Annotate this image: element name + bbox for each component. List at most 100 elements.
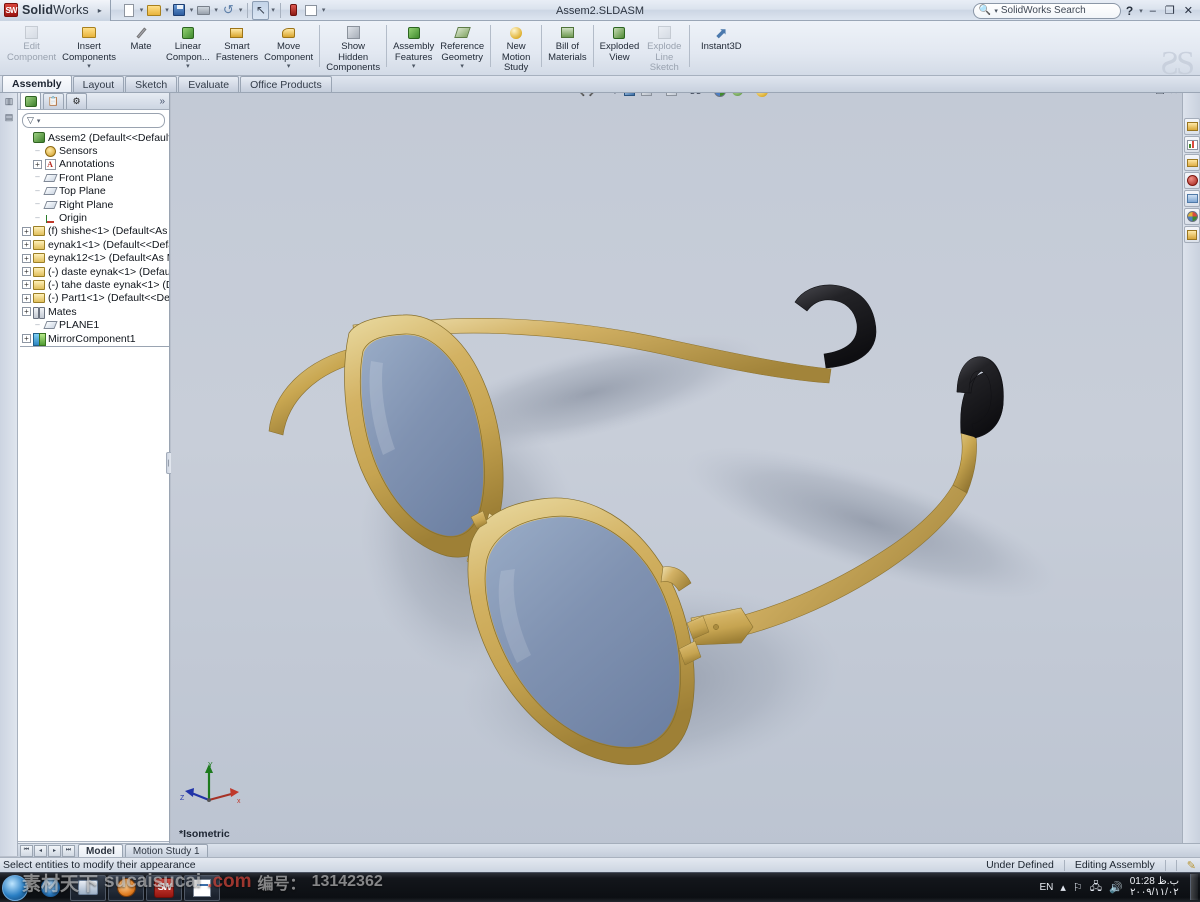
tree-item-eynak1[interactable]: + eynak1<1> (Default<<Defau	[20, 238, 169, 251]
print-icon[interactable]	[195, 1, 212, 20]
expander-icon[interactable]	[22, 133, 31, 142]
insert-components-button[interactable]: Insert Components ▾	[59, 21, 119, 76]
tab-evaluate[interactable]: Evaluate	[178, 76, 240, 92]
instant3d-button[interactable]: ⬈ Instant3D	[693, 21, 749, 76]
language-indicator[interactable]: EN	[1039, 882, 1053, 893]
expander-icon[interactable]: +	[22, 334, 31, 344]
expander-icon[interactable]: +	[22, 293, 31, 303]
expander-icon[interactable]: +	[22, 226, 31, 236]
property-manager-tab[interactable]: 📋	[43, 93, 64, 109]
rebuild-traffic-icon[interactable]	[285, 1, 302, 20]
eyeglasses-model[interactable]	[171, 93, 1182, 856]
first-tab-button[interactable]: ⏮	[20, 844, 33, 857]
file-explorer-button[interactable]	[1184, 154, 1200, 171]
tab-assembly[interactable]: Assembly	[2, 75, 72, 92]
chevron-down-icon[interactable]: ▾	[87, 63, 91, 70]
smart-fasteners-button[interactable]: Smart Fasteners	[213, 21, 261, 76]
solidworks-resources-button[interactable]	[1184, 118, 1200, 135]
tree-item-right-plane[interactable]: – Right Plane	[20, 198, 169, 211]
show-desktop-button[interactable]	[1190, 874, 1198, 900]
network-icon[interactable]: 🖧	[1090, 878, 1102, 897]
app-menu-button[interactable]: SW SolidWorks ▸	[0, 0, 111, 21]
minimize-button[interactable]: –	[1147, 5, 1159, 17]
expander-icon[interactable]: +	[22, 307, 31, 317]
tree-item-plane1[interactable]: – PLANE1	[20, 318, 169, 331]
cursor-arrow-icon[interactable]: ↖	[252, 0, 270, 20]
chevron-down-icon[interactable]: ▾	[186, 63, 190, 70]
expander-icon[interactable]: +	[22, 253, 31, 263]
last-tab-button[interactable]: ⏭	[62, 844, 75, 857]
tree-item-shishe[interactable]: + (f) shishe<1> (Default<As M.	[20, 225, 169, 238]
chevron-down-icon[interactable]: ▾	[994, 7, 998, 15]
chevron-down-icon[interactable]: ▾	[213, 6, 219, 14]
expander-icon[interactable]: +	[33, 159, 42, 169]
tree-item-mates[interactable]: + Mates	[20, 305, 169, 319]
expander-icon[interactable]: +	[22, 240, 31, 250]
chevron-down-icon[interactable]: ▾	[238, 6, 244, 14]
tree-filter-input[interactable]: ▽ ▾	[22, 113, 165, 128]
custom-properties-button[interactable]	[1184, 226, 1200, 243]
assembly-features-button[interactable]: Assembly Features ▾	[390, 21, 437, 76]
close-button[interactable]: ✕	[1181, 4, 1196, 17]
more-tabs-button[interactable]: »	[159, 96, 165, 107]
linear-component-pattern-button[interactable]: Linear Compon... ▾	[163, 21, 213, 76]
tree-item-front-plane[interactable]: – Front Plane	[20, 171, 169, 184]
tree-item-tahe-daste-eynak[interactable]: + (-) tahe daste eynak<1> (Def	[20, 278, 169, 291]
chevron-down-icon[interactable]: ▾	[412, 63, 416, 70]
show-hidden-icons-button[interactable]: ▴	[1060, 881, 1066, 894]
tree-item-origin[interactable]: – Origin	[20, 211, 169, 224]
next-tab-button[interactable]: ▸	[48, 844, 61, 857]
chevron-down-icon[interactable]: ▾	[321, 6, 327, 14]
view-palette-button[interactable]	[1184, 190, 1200, 207]
new-doc-icon[interactable]	[121, 1, 138, 20]
edit-component-button[interactable]: Edit Component	[4, 21, 59, 76]
flag-icon[interactable]: ⚐	[1073, 881, 1083, 894]
chevron-right-icon[interactable]: ▸	[93, 6, 102, 15]
open-folder-icon[interactable]	[145, 1, 163, 20]
flyout-stack-icon[interactable]: ▤	[0, 109, 18, 125]
reference-geometry-button[interactable]: Reference Geometry ▾	[437, 21, 487, 76]
chevron-down-icon[interactable]: ▾	[37, 117, 41, 125]
tree-item-sensors[interactable]: – Sensors	[20, 144, 169, 157]
tab-layout[interactable]: Layout	[72, 76, 125, 92]
clock[interactable]: 01:28 ب.ظ ۲۰۰۹/۱۱/۰۲	[1130, 876, 1179, 898]
flyout-tree-icon[interactable]: ▥	[0, 93, 18, 109]
new-motion-study-button[interactable]: New Motion Study	[494, 21, 538, 76]
tree-item-mirrorcomponent1[interactable]: + MirrorComponent1	[20, 332, 169, 347]
chevron-down-icon[interactable]: ▾	[270, 6, 276, 14]
chevron-down-icon[interactable]: ▾	[1138, 7, 1144, 15]
appearances-scenes-button[interactable]	[1184, 208, 1200, 225]
chevron-down-icon[interactable]: ▾	[139, 6, 145, 14]
explode-line-sketch-button[interactable]: Explode Line Sketch	[642, 21, 686, 76]
tab-office-products[interactable]: Office Products	[240, 76, 332, 92]
chevron-down-icon[interactable]: ▾	[164, 6, 170, 14]
tree-item-daste-eynak[interactable]: + (-) daste eynak<1> (Default<	[20, 265, 169, 278]
graphics-viewport[interactable]: 🔍 🔎 ↖ ▾ ▾ ᴏᴏ ▾ ▾ ▾ – ❐ ✕	[171, 93, 1182, 856]
tab-model[interactable]: Model	[78, 844, 123, 857]
chevron-down-icon[interactable]: ▾	[460, 63, 464, 70]
volume-icon[interactable]: 🔊	[1109, 881, 1123, 894]
save-disk-icon[interactable]	[171, 1, 188, 20]
show-hidden-components-button[interactable]: Show Hidden Components	[323, 21, 383, 76]
tree-item-part1[interactable]: + (-) Part1<1> (Default<<Defa	[20, 292, 169, 305]
design-library-button[interactable]	[1184, 136, 1200, 153]
expander-icon[interactable]: +	[22, 280, 31, 290]
tab-motion-study-1[interactable]: Motion Study 1	[124, 844, 208, 857]
configuration-manager-tab[interactable]: ⚙	[66, 93, 87, 109]
undo-arrow-icon[interactable]: ↺	[220, 1, 237, 20]
options-list-icon[interactable]	[303, 1, 320, 20]
prev-tab-button[interactable]: ◂	[34, 844, 47, 857]
expander-icon[interactable]: +	[22, 267, 31, 277]
bill-of-materials-button[interactable]: Bill of Materials	[545, 21, 590, 76]
tree-item-eynak12[interactable]: + eynak12<1> (Default<As Ma	[20, 252, 169, 265]
feature-manager-tab[interactable]	[20, 92, 41, 109]
exploded-view-button[interactable]: Exploded View	[597, 21, 643, 76]
restore-button[interactable]: ❐	[1162, 4, 1178, 17]
help-button[interactable]: ?	[1124, 4, 1135, 18]
tree-item-top-plane[interactable]: – Top Plane	[20, 185, 169, 198]
chevron-down-icon[interactable]: ▾	[287, 63, 291, 70]
move-component-button[interactable]: Move Component ▾	[261, 21, 316, 76]
chevron-down-icon[interactable]: ▾	[189, 6, 195, 14]
search-input[interactable]: 🔍 ▾ SolidWorks Search	[972, 2, 1121, 19]
tree-item-annotations[interactable]: + A Annotations	[20, 158, 169, 171]
